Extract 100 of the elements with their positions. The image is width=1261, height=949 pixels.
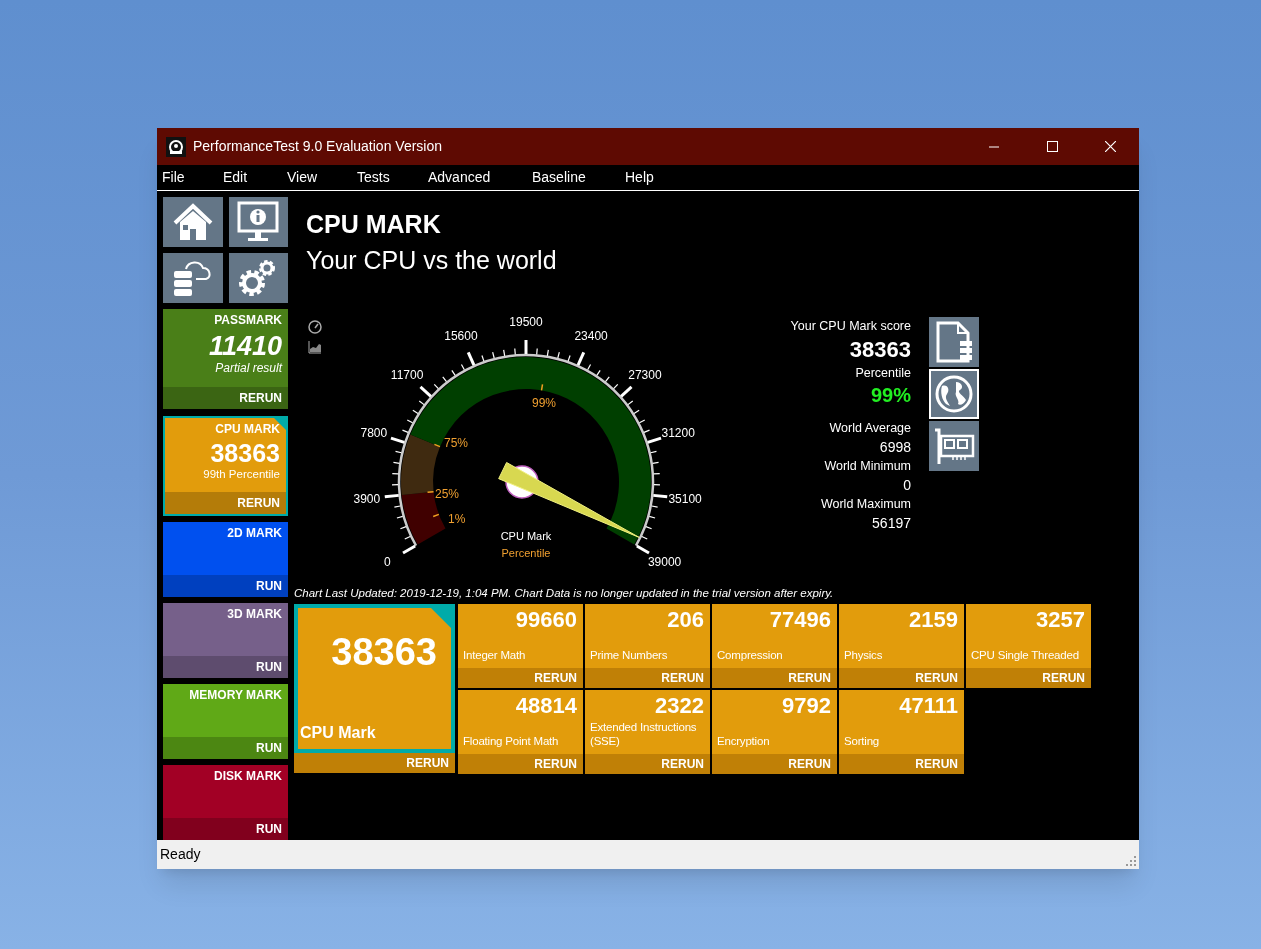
resize-grip-icon[interactable] <box>1126 855 1136 866</box>
tick-label: 39000 <box>647 555 682 569</box>
test-score: 99660 <box>515 606 577 634</box>
menu-item[interactable]: Help <box>625 167 685 188</box>
tick-label: 23400 <box>574 328 608 343</box>
test-score: 9792 <box>782 692 831 720</box>
menu-item[interactable]: Edit <box>223 167 287 188</box>
view-button[interactable] <box>929 421 979 471</box>
stat-label: Percentile <box>855 365 911 382</box>
benchmark-tile[interactable]: MEMORY MARK RUN <box>163 684 288 759</box>
tile-score: 38363 <box>210 439 280 467</box>
menu-item[interactable]: View <box>287 167 357 188</box>
menu-item[interactable]: Advanced <box>428 167 532 188</box>
menu-item[interactable]: Tests <box>357 167 428 188</box>
monitor-info-icon <box>237 201 280 243</box>
test-label: Integer Math <box>463 648 527 662</box>
stat-value: 6998 <box>879 438 911 457</box>
tick-label: 7800 <box>360 425 388 440</box>
page-subheading: Your CPU vs the world <box>306 245 558 276</box>
window-title: PerformanceTest 9.0 Evaluation Version <box>193 137 443 156</box>
test-label: Extended Instructions (SSE) <box>590 720 698 748</box>
benchmark-tile[interactable]: PASSMARK 11410 Partial result RERUN <box>163 309 288 409</box>
test-label: Floating Point Math <box>463 734 560 748</box>
run-button[interactable]: RERUN <box>165 492 286 514</box>
app-logo-icon <box>166 136 186 157</box>
tick-label: 31200 <box>661 425 695 440</box>
tick-label: 35100 <box>668 491 702 506</box>
tick-label: 3900 <box>353 491 381 506</box>
tick-label: 0 <box>384 555 391 569</box>
percentile-marker <box>426 490 435 494</box>
globe-icon <box>934 374 974 414</box>
stat-label: World Maximum <box>820 496 911 513</box>
tick-label: 19500 <box>509 315 543 329</box>
tile-title: MEMORY MARK <box>189 687 282 703</box>
run-button[interactable]: RUN <box>163 656 288 678</box>
tile-title: 2D MARK <box>227 525 282 541</box>
document-icon <box>934 321 974 363</box>
tile-note: 99th Percentile <box>203 467 280 482</box>
tick-label: 15600 <box>444 328 478 343</box>
tile-title: DISK MARK <box>214 768 282 784</box>
menu-item[interactable]: File <box>157 167 223 188</box>
tile-note: Partial result <box>215 361 282 376</box>
overall-score: 38363 <box>331 630 437 674</box>
tile-title: 3D MARK <box>227 606 282 622</box>
stat-value: 0 <box>903 476 911 495</box>
gauge-caption: CPU Mark <box>500 530 552 542</box>
test-score: 206 <box>667 606 704 634</box>
test-label: Sorting <box>844 734 881 748</box>
settings-button[interactable] <box>228 253 288 303</box>
page-heading: CPU MARK <box>306 209 442 240</box>
run-button[interactable]: RUN <box>163 575 288 597</box>
status-text: Ready <box>160 845 201 864</box>
tile-title: PASSMARK <box>214 312 282 328</box>
benchmark-tile[interactable]: DISK MARK RUN <box>163 765 288 840</box>
view-button[interactable] <box>929 317 979 367</box>
percentile-label: 99% <box>532 396 556 410</box>
gauge-view-icon[interactable] <box>308 320 322 334</box>
test-score: 2159 <box>909 606 958 634</box>
home-button[interactable] <box>163 197 223 247</box>
cloud-database-button[interactable] <box>163 253 223 303</box>
benchmark-tile[interactable]: CPU MARK 38363 99th Percentile RERUN <box>163 416 288 516</box>
run-button[interactable]: RUN <box>163 737 288 759</box>
chart-view-icon[interactable] <box>308 340 322 354</box>
percentile-marker <box>540 383 544 392</box>
test-label: Encryption <box>717 734 771 748</box>
percentile-marker <box>432 513 440 518</box>
maximize-icon <box>1046 141 1058 152</box>
test-label: Compression <box>717 648 784 662</box>
run-button[interactable]: RERUN <box>163 387 288 409</box>
gauge-subcaption: Percentile <box>501 547 551 559</box>
view-button[interactable] <box>929 369 979 419</box>
test-label: Prime Numbers <box>590 648 669 662</box>
tile-score: 11410 <box>208 331 282 361</box>
percentile-marker <box>433 443 441 448</box>
home-icon <box>172 203 213 241</box>
tile-title: CPU MARK <box>215 421 280 437</box>
test-score: 3257 <box>1036 606 1085 634</box>
stat-value: 56197 <box>872 514 911 533</box>
score-value: 38363 <box>849 336 911 364</box>
chart-update-note: Chart Last Updated: 2019-12-19, 1:04 PM. Chart Data is no longer updated in the trial version after expiry. <box>294 586 835 601</box>
test-label: CPU Single Threaded <box>971 648 1080 662</box>
overall-label: CPU Mark <box>300 723 377 743</box>
percentile-label: 25% <box>435 487 460 501</box>
benchmark-tile[interactable]: 3D MARK RUN <box>163 603 288 678</box>
percentile-label: 1% <box>448 512 466 526</box>
test-score: 2322 <box>655 692 704 720</box>
close-icon <box>1104 141 1116 152</box>
stat-label: World Average <box>829 420 911 437</box>
percentile-value: 99% <box>870 383 911 407</box>
tick-label: 11700 <box>390 367 424 382</box>
system-info-button[interactable] <box>228 197 288 247</box>
test-score: 47111 <box>899 692 958 720</box>
expansion-card-icon <box>933 426 975 466</box>
run-button[interactable]: RUN <box>163 818 288 840</box>
test-score: 77496 <box>769 606 831 634</box>
benchmark-tile[interactable]: 2D MARK RUN <box>163 522 288 597</box>
percentile-label: 75% <box>444 436 469 450</box>
tick-label: 27300 <box>628 367 662 382</box>
test-label: Physics <box>844 648 884 662</box>
menu-item[interactable]: Baseline <box>532 167 625 188</box>
